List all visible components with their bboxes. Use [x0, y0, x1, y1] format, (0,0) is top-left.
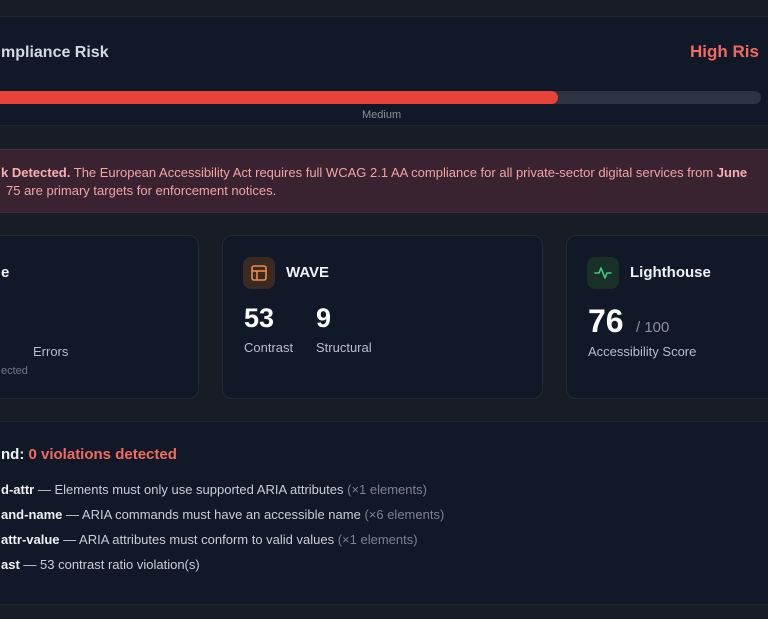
pulse-icon	[587, 257, 619, 289]
violation-code: ast	[1, 557, 20, 572]
layout-icon	[243, 257, 275, 289]
violation-desc: — ARIA commands must have an accessible …	[62, 507, 365, 522]
violation-desc: — 53 contrast ratio violation(s)	[19, 557, 200, 572]
violations-count: 0 violations detected	[28, 446, 177, 463]
risk-level-label: High Ris	[690, 42, 759, 61]
violations-panel: nd: 0 violations detected d-attr — Eleme…	[0, 421, 768, 605]
violation-item: d-attr — Elements must only use supporte…	[1, 482, 427, 497]
compliance-risk-panel: mpliance Risk High Ris Medium	[0, 16, 768, 126]
violation-count: (×6 elements)	[364, 507, 445, 522]
lighthouse-score-value: 76	[588, 303, 624, 339]
compliance-risk-title: mpliance Risk	[1, 44, 109, 61]
axe-errors-label: Errors	[33, 344, 69, 359]
violation-code: d-attr	[1, 482, 35, 497]
violation-item: attr-value — ARIA attributes must confor…	[1, 532, 418, 547]
violation-item: and-name — ARIA commands must have an ac…	[1, 507, 444, 522]
violation-desc: — ARIA attributes must conform to valid …	[59, 532, 338, 547]
violation-count: (×1 elements)	[337, 532, 418, 547]
violation-count: (×1 elements)	[347, 482, 427, 497]
axe-detected-label: ected	[1, 365, 28, 377]
alert-heading: k Detected.	[1, 165, 71, 180]
alert-deadline: June	[716, 165, 748, 180]
wave-card-title: WAVE	[286, 264, 330, 281]
risk-scale-label: Medium	[362, 109, 402, 121]
axe-card: e Errors ected	[0, 235, 199, 399]
violation-code: and-name	[1, 507, 63, 522]
violation-code: attr-value	[1, 532, 60, 547]
lighthouse-score-label: Accessibility Score	[588, 344, 697, 359]
alert-line-1: k Detected. The European Accessibility A…	[1, 165, 747, 180]
alert-line-2: 75 are primary targets for enforcement n…	[6, 183, 276, 198]
risk-progress-track	[0, 91, 761, 104]
wave-card: WAVE 53 Contrast 9 Structural	[222, 235, 543, 399]
wave-contrast-label: Contrast	[244, 340, 294, 355]
axe-card-title: e	[1, 264, 10, 281]
violation-desc: — Elements must only use supported ARIA …	[34, 482, 348, 497]
violations-title-prefix: nd:	[1, 446, 25, 463]
wave-contrast-value: 53	[244, 303, 275, 333]
violation-item: ast — 53 contrast ratio violation(s)	[1, 557, 200, 572]
alert-text: The European Accessibility Act requires …	[70, 165, 717, 180]
lighthouse-card: Lighthouse 76 / 100 Accessibility Score	[566, 235, 768, 399]
violations-title: nd: 0 violations detected	[1, 446, 177, 463]
eaa-alert-banner: k Detected. The European Accessibility A…	[0, 149, 768, 213]
alert-text-2: 75 are primary targets for enforcement n…	[6, 183, 277, 198]
lighthouse-card-title: Lighthouse	[630, 264, 711, 281]
lighthouse-score-max: / 100	[636, 319, 670, 336]
wave-structural-label: Structural	[316, 340, 372, 355]
risk-progress-fill	[0, 91, 559, 104]
wave-structural-value: 9	[316, 303, 332, 333]
